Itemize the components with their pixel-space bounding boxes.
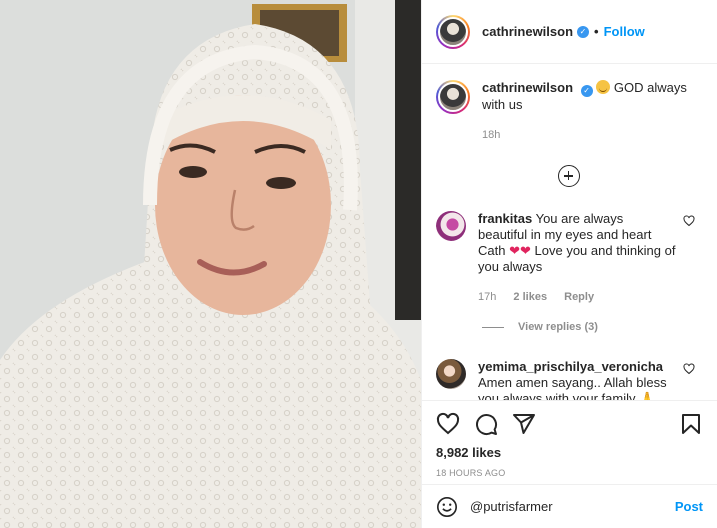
commenter-avatar[interactable] [436,359,466,389]
likes-count[interactable]: 8,982 likes [436,445,703,460]
post-photo[interactable] [0,0,421,528]
commenter-avatar[interactable] [436,211,466,241]
comment-username[interactable]: frankitas [478,211,532,226]
follow-button[interactable]: Follow [604,24,645,39]
view-replies-label: View replies (3) [518,321,598,333]
comment-input[interactable] [470,499,675,514]
action-icons [436,409,703,439]
author-username[interactable]: cathrinewilson [482,24,573,39]
comment-item: yemima_prischilya_veronicha Amen amen sa… [436,359,701,400]
comment-text: Amen amen sayang.. Allah bless you alway… [478,375,667,400]
post-panel: cathrinewilson ✓ • Follow cathrinewilson… [421,0,717,528]
post-header: cathrinewilson ✓ • Follow [422,0,717,64]
post-timestamp[interactable]: 18 HOURS AGO [436,468,703,478]
add-circle-icon[interactable] [557,165,580,187]
caption-username[interactable]: cathrinewilson [482,80,573,95]
comment-username[interactable]: yemima_prischilya_veronicha [478,359,663,374]
comment-time[interactable]: 17h [478,291,496,303]
caption-meta: 18h [482,127,701,143]
comment-composer: Post [422,484,717,528]
comments-list[interactable]: cathrinewilson ✓ GOD always with us 18h … [422,64,717,400]
caption-avatar[interactable] [436,80,470,114]
post-actions: 8,982 likes 18 HOURS AGO [422,400,717,478]
comment-like-heart-icon[interactable] [683,363,695,375]
comment-likes[interactable]: 2 likes [513,291,547,303]
verified-badge-icon: ✓ [580,85,593,97]
post-caption: cathrinewilson ✓ GOD always with us 18h [436,80,701,143]
smiling-emoji-icon [596,80,611,94]
comment-like-heart-icon[interactable] [683,215,695,227]
bookmark-icon[interactable] [679,412,703,436]
red-heart-emoji: ❤❤ [509,243,531,258]
heart-icon[interactable] [436,412,460,436]
separator-dot: • [594,24,599,39]
post-comment-button[interactable]: Post [675,499,703,514]
replies-divider [482,326,504,328]
view-replies-button[interactable]: View replies (3) [482,321,701,333]
comment-meta: 17h 2 likes Reply [478,289,676,305]
comment-text-cont: Love you and thinking of you always [478,243,676,274]
caption-time[interactable]: 18h [482,129,500,141]
photo-illustration [0,0,421,528]
verified-badge-icon: ✓ [577,25,590,38]
comment-icon[interactable] [474,412,498,436]
comment-item: frankitas You are always beautiful in my… [436,211,701,305]
author-avatar[interactable] [436,14,470,49]
share-icon[interactable] [512,412,536,436]
emoji-smile-icon[interactable] [436,496,458,518]
reply-button[interactable]: Reply [564,291,594,303]
